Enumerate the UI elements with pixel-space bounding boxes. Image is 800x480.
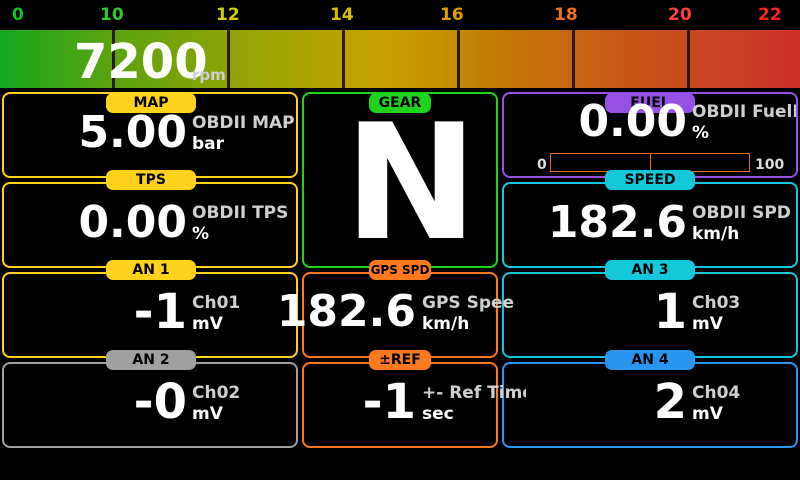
fuel-channel-name: OBDII FuelLe <box>692 102 796 122</box>
tps-label: OBDII TPS % <box>192 203 296 245</box>
scale-label-22: 22 <box>758 5 782 25</box>
an2-unit: mV <box>192 404 223 424</box>
map-label: OBDII MAP bar <box>192 113 296 155</box>
fuel-value: 0.00 <box>578 96 687 147</box>
tps-channel-name: OBDII TPS <box>192 203 289 223</box>
map-unit: bar <box>192 134 225 154</box>
scale-label-0: 0 <box>12 5 24 25</box>
an1-value: -1 <box>133 284 187 340</box>
ref-tag: ±REF <box>369 350 431 370</box>
gps-speed-label: GPS Speed km/h <box>422 293 514 335</box>
fuel-bar-max: 100 <box>755 157 785 173</box>
an1-tag: AN 1 <box>106 260 196 280</box>
map-channel-name: OBDII MAP <box>192 113 295 133</box>
an2-value: -0 <box>133 374 187 430</box>
rpm-bar-tick <box>227 30 230 88</box>
an3-value: 1 <box>653 284 687 340</box>
rpm-scale: 0 10 12 14 16 18 20 22 <box>0 0 800 28</box>
tps-value: 0.00 <box>78 197 187 248</box>
an3-unit: mV <box>692 314 723 334</box>
scale-label-18: 18 <box>554 5 578 25</box>
rpm-bar-tick <box>342 30 345 88</box>
an3-tag: AN 3 <box>605 260 695 280</box>
an4-channel-name: Ch04 <box>692 383 741 403</box>
scale-label-14: 14 <box>330 5 354 25</box>
an2-channel-name: Ch02 <box>192 383 241 403</box>
scale-label-16: 16 <box>440 5 464 25</box>
rpm-bar-tick <box>572 30 575 88</box>
an4-unit: mV <box>692 404 723 424</box>
gps-speed-channel-name: GPS Speed <box>422 293 514 313</box>
ref-channel-name: +- Ref Time <box>422 383 526 403</box>
scale-label-12: 12 <box>216 5 240 25</box>
gps-speed-tag: GPS SPD <box>369 260 431 280</box>
ref-unit: sec <box>422 404 454 424</box>
an3-label: Ch03 mV <box>692 293 796 335</box>
fuel-unit: % <box>692 123 710 143</box>
speed-label: OBDII SPD km/h <box>692 203 796 245</box>
speed-value: 182.6 <box>547 197 687 248</box>
fuel-label: OBDII FuelLe % <box>692 102 796 144</box>
ref-value: -1 <box>362 374 416 430</box>
rpm-bar-tick <box>687 30 690 88</box>
an4-label: Ch04 mV <box>692 383 796 425</box>
ref-label: +- Ref Time sec <box>422 383 526 425</box>
speed-tag: SPEED <box>605 170 695 190</box>
scale-label-10: 10 <box>100 5 124 25</box>
map-value: 5.00 <box>78 107 187 158</box>
gear-value: N <box>344 89 478 276</box>
tps-unit: % <box>192 224 210 244</box>
an4-value: 2 <box>653 374 687 430</box>
speed-unit: km/h <box>692 224 740 244</box>
gps-speed-unit: km/h <box>422 314 470 334</box>
an2-tag: AN 2 <box>106 350 196 370</box>
speed-channel-name: OBDII SPD <box>692 203 791 223</box>
rpm-bar-tick <box>457 30 460 88</box>
an3-channel-name: Ch03 <box>692 293 741 313</box>
rpm-value: 7200 <box>74 34 208 90</box>
gps-speed-value: 182.6 <box>276 286 416 337</box>
scale-label-20: 20 <box>668 5 692 25</box>
rpm-unit: rpm <box>192 66 226 84</box>
tps-tag: TPS <box>106 170 196 190</box>
an4-tag: AN 4 <box>605 350 695 370</box>
an2-label: Ch02 mV <box>192 383 296 425</box>
fuel-bar-min: 0 <box>537 157 547 173</box>
